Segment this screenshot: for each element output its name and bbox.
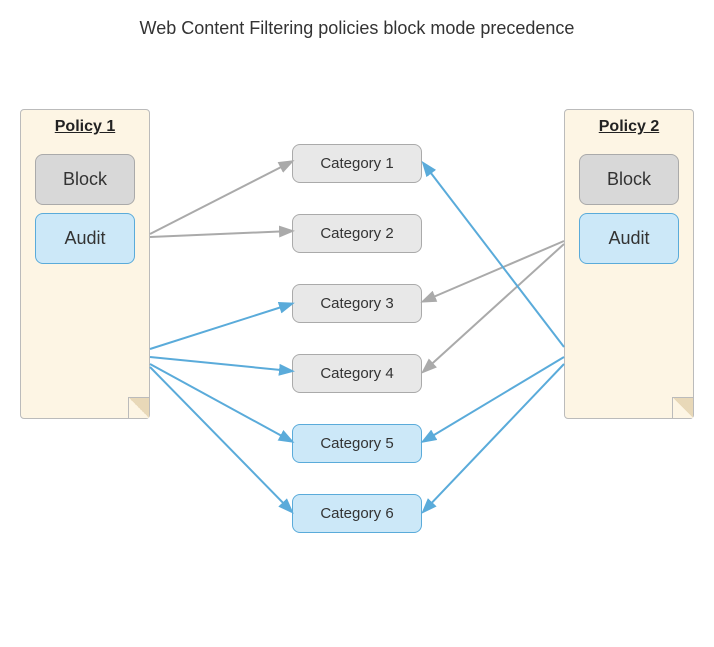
page-title: Web Content Filtering policies block mod… xyxy=(0,0,714,49)
policy2-title: Policy 2 xyxy=(565,110,693,146)
category-6: Category 6 xyxy=(292,494,422,533)
category-2: Category 2 xyxy=(292,214,422,253)
category-4: Category 4 xyxy=(292,354,422,393)
policy1-title: Policy 1 xyxy=(21,110,149,146)
policy1-box: Policy 1 Block Audit xyxy=(20,109,150,419)
policy1-audit: Audit xyxy=(35,213,135,264)
category-5: Category 5 xyxy=(292,424,422,463)
category-1: Category 1 xyxy=(292,144,422,183)
diagram: Policy 1 Block Audit Policy 2 Block Audi… xyxy=(0,49,714,589)
policy2-audit: Audit xyxy=(579,213,679,264)
policy2-box: Policy 2 Block Audit xyxy=(564,109,694,419)
category-3: Category 3 xyxy=(292,284,422,323)
policy1-block: Block xyxy=(35,154,135,205)
policy2-block: Block xyxy=(579,154,679,205)
